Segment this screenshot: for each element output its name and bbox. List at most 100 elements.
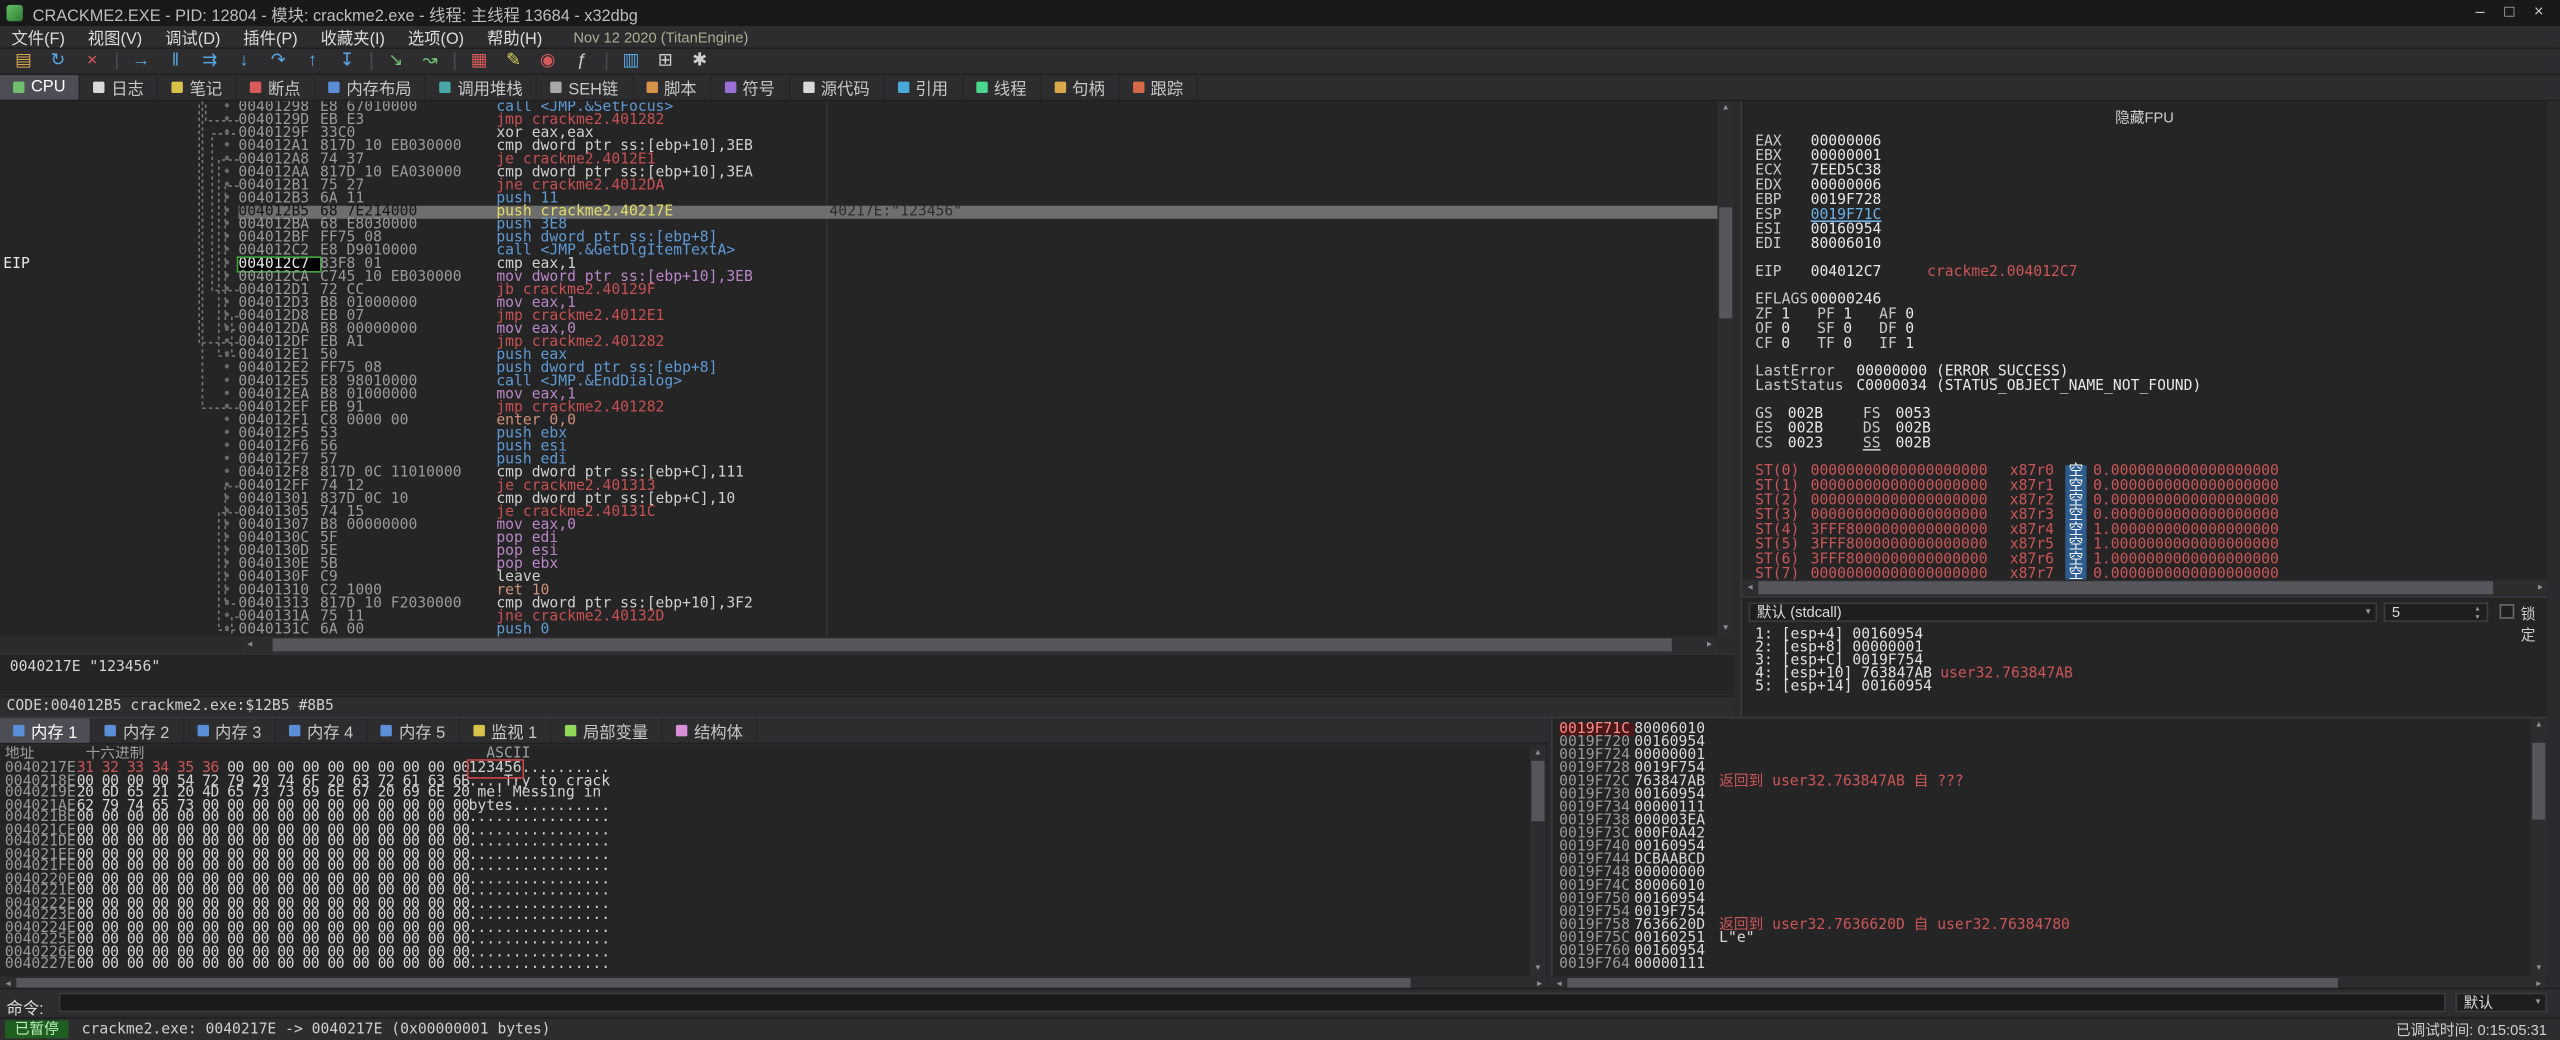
pause-icon[interactable]: ‖ <box>158 49 192 73</box>
flags-row[interactable]: OF 0 SF 0 DF 0 <box>1755 322 2544 338</box>
animate-icon[interactable]: ⇉ <box>193 49 227 73</box>
scroll-right-icon[interactable]: ► <box>1701 637 1717 653</box>
tab-notes[interactable]: 笔记 <box>159 75 237 100</box>
tab-symbols[interactable]: 符号 <box>711 75 790 100</box>
tab-dump4[interactable]: 内存 4 <box>276 718 368 743</box>
tab-dump5[interactable]: 内存 5 <box>368 718 460 743</box>
tab-log[interactable]: 日志 <box>80 75 159 100</box>
minimize-button[interactable]: – <box>2465 0 2494 26</box>
tab-locals[interactable]: 局部变量 <box>552 718 663 743</box>
restart-icon[interactable]: ↻ <box>41 49 75 73</box>
tab-call-stack[interactable]: 调用堆栈 <box>426 75 538 100</box>
registers-body: EAX 00000006 EBX 00000001 ECX 7EED5C38 EDX 0000… <box>1755 135 2544 583</box>
dump-row[interactable]: 0040227E00 00 00 00 00 00 00 00 00 00 00… <box>0 958 1548 973</box>
lasterror-block: LastError 00000000 (ERROR_SUCCESS) LastSta… <box>1755 365 2544 395</box>
disasm-bytes: 5B <box>319 556 338 574</box>
tab-threads[interactable]: 线程 <box>963 75 1042 100</box>
scroll-up-icon[interactable]: ▲ <box>1718 101 1734 116</box>
tab-trace[interactable]: 跟踪 <box>1119 75 1198 100</box>
trace-over-icon[interactable]: ↝ <box>413 49 447 73</box>
tab-cpu[interactable]: CPU <box>0 75 81 100</box>
disasm-vertical-scrollbar[interactable]: ▲ ▼ <box>1717 101 1734 637</box>
tab-watch1[interactable]: 监视 1 <box>460 718 552 743</box>
command-mode-select[interactable]: 默认 ▼ <box>2455 992 2547 1013</box>
step-out-icon[interactable]: ↑ <box>296 49 330 73</box>
stack-panel[interactable]: 0019F71C 80006010 0019F720 00160954 0019F724… <box>1551 718 2547 977</box>
tab-seh[interactable]: SEH链 <box>537 75 633 100</box>
stop-icon[interactable]: × <box>75 49 109 73</box>
register-eip[interactable]: EIP 004012C7 crackme2.004012C7 <box>1755 265 2544 281</box>
scroll-up-icon[interactable]: ▲ <box>1530 746 1546 761</box>
breakpoint-icon[interactable]: ◉ <box>531 49 565 73</box>
maximize-button[interactable]: □ <box>2495 0 2524 26</box>
memory-map-icon[interactable]: ▥ <box>614 49 648 73</box>
register-laststatus[interactable]: LastStatus C0000034 (STATUS_OBJECT_NAME_N… <box>1755 380 2544 395</box>
menubar-item-0[interactable]: 文件(F) <box>0 24 76 49</box>
scroll-down-icon[interactable]: ▼ <box>1718 622 1734 637</box>
menu-items: 文件(F) 视图(V) 调试(D) 插件(P) 收藏夹(I) 选项(O) 帮助(H) <box>0 24 554 49</box>
dump-vertical-scrollbar[interactable]: ▲ ▼ <box>1529 746 1547 977</box>
stack-row[interactable]: 0019F764 00000111 <box>1553 958 2531 973</box>
tab-dump2[interactable]: 内存 2 <box>92 718 184 743</box>
calculator-icon[interactable]: ⊞ <box>648 49 682 73</box>
scroll-left-icon[interactable]: ◄ <box>242 637 258 653</box>
scroll-up-icon[interactable]: ▲ <box>2531 718 2547 733</box>
disasm-horizontal-scrollbar[interactable]: ◄ ► <box>241 636 1718 654</box>
scroll-down-icon[interactable]: ▼ <box>1530 962 1546 977</box>
flags-row[interactable]: ZF 1 PF 1 AF 0 <box>1755 308 2544 324</box>
menubar-item-5[interactable]: 选项(O) <box>396 24 475 49</box>
trace-into-icon[interactable]: ↘ <box>379 49 413 73</box>
run-icon[interactable]: → <box>124 49 158 73</box>
argument-count-stepper[interactable]: 5 ▲ ▼ <box>2383 602 2489 623</box>
open-file-icon[interactable]: ▤ <box>7 49 41 73</box>
dump5-icon <box>381 724 393 737</box>
command-input[interactable] <box>58 992 2446 1013</box>
tab-references[interactable]: 引用 <box>884 75 963 100</box>
disasm-row[interactable]: • 0040131C 6A 00 push 0 <box>0 623 1718 637</box>
segments-block: GS 002B FS 0053 ES 002B DS 002B CS 0023 SS 002B <box>1755 407 2544 453</box>
tab-breakpoints[interactable]: 断点 <box>237 75 316 100</box>
tab-script[interactable]: 脚本 <box>633 75 712 100</box>
tab-struct[interactable]: 结构体 <box>663 718 758 743</box>
register-edi[interactable]: EDI 80006010 <box>1755 238 2544 253</box>
comment-icon[interactable]: ✎ <box>496 49 530 73</box>
settings-icon[interactable]: ✱ <box>682 49 716 73</box>
stack-vertical-scrollbar[interactable]: ▲ ▼ <box>2530 718 2547 977</box>
patch-icon[interactable]: ▦ <box>462 49 496 73</box>
menubar-item-6[interactable]: 帮助(H) <box>476 24 554 49</box>
menubar-item-1[interactable]: 视图(V) <box>76 24 153 49</box>
tab-dump1[interactable]: 内存 1 <box>0 718 92 743</box>
scroll-down-icon[interactable]: ▼ <box>2531 962 2547 977</box>
step-over-icon[interactable]: ↷ <box>261 49 295 73</box>
argument-row[interactable]: 5: [esp+14] 00160954 <box>1755 680 2544 695</box>
stepper-arrows-icon[interactable]: ▲ ▼ <box>2470 604 2485 620</box>
lock-checkbox[interactable] <box>2499 604 2515 619</box>
tab-dump3[interactable]: 内存 3 <box>184 718 276 743</box>
tab-source[interactable]: 源代码 <box>790 75 885 100</box>
menubar-item-4[interactable]: 收藏夹(I) <box>309 24 396 49</box>
run-to-user-icon[interactable]: ↧ <box>330 49 364 73</box>
disasm-status-text: CODE:004012B5 crackme2.exe:$12B5 #8B5 <box>6 698 334 716</box>
calling-convention-select[interactable]: 默认 (stdcall) ▼ <box>1748 602 2378 623</box>
dump-panel[interactable]: 地址 十六进制 ASCII 0040217E31 32 33 34 35 36 … <box>0 746 1548 977</box>
tab-handles[interactable]: 句柄 <box>1041 75 1120 100</box>
handles-icon <box>1054 81 1066 94</box>
step-into-icon[interactable]: ↓ <box>227 49 261 73</box>
registers-panel[interactable]: 隐藏FPU EAX 00000006 EBX 00000001 ECX 7EED5C38 E… <box>1740 101 2547 719</box>
symbols-icon <box>724 81 736 94</box>
scroll-left-icon[interactable]: ◄ <box>1742 580 1758 596</box>
tab-memory-map[interactable]: 内存布局 <box>315 75 427 100</box>
disassembly-panel[interactable]: EIP • 00401298 E8 67010000 call <JMP.&SetFo… <box>0 101 1734 637</box>
flags-row[interactable]: CF 0 TF 0 IF 1 <box>1755 337 2544 353</box>
breakpoint-dot[interactable]: • <box>216 623 239 637</box>
menubar-item-2[interactable]: 调试(D) <box>154 24 232 49</box>
close-button[interactable]: × <box>2524 0 2553 26</box>
registers-horizontal-scrollbar[interactable]: ◄ ► <box>1742 579 2547 596</box>
segments-row[interactable]: CS 0023 SS 002B <box>1755 437 2544 453</box>
hide-fpu-button[interactable]: 隐藏FPU <box>2115 106 2174 127</box>
register-eflags[interactable]: EFLAGS 00000246 <box>1755 293 2544 309</box>
function-icon[interactable]: ƒ <box>565 49 599 73</box>
cpu-icon <box>13 81 25 94</box>
menubar-item-3[interactable]: 插件(P) <box>232 24 309 49</box>
scroll-right-icon[interactable]: ► <box>2532 580 2547 596</box>
